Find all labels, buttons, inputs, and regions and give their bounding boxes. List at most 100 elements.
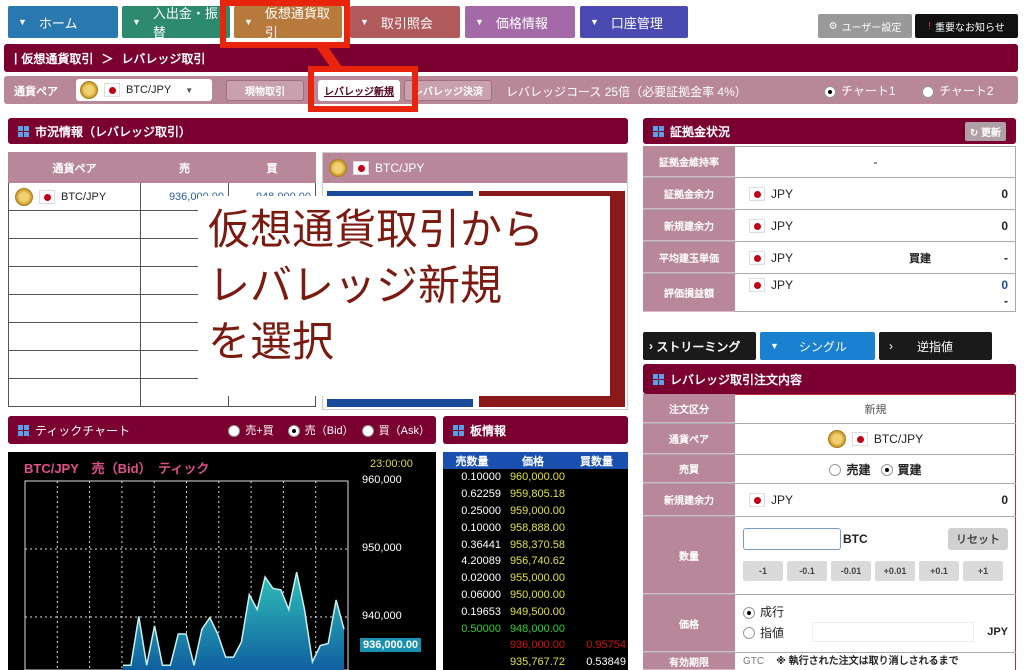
step-minus-1[interactable]: -1 [743, 561, 783, 581]
order-book-row[interactable]: 935,767.72 0.53849 [443, 654, 628, 670]
y-tick-label: 940,000 [362, 610, 402, 622]
nav-price-info[interactable]: ▼ 価格情報 [465, 6, 575, 38]
step-minus-0.1[interactable]: -0.1 [787, 561, 827, 581]
order-row: 売買 売建 買建 [643, 455, 1016, 484]
caret-down-icon: ▼ [132, 17, 141, 27]
order-book-row[interactable]: 0.25000 959,000.00 [443, 503, 628, 520]
row-label: 評価損益額 [643, 274, 735, 312]
current-price-label: 936,000.00 [360, 638, 422, 652]
breadcrumb-parent[interactable]: 仮想通貨取引 [21, 50, 93, 67]
bitcoin-icon [827, 430, 846, 448]
col-bid-qty: 買数量 [580, 455, 613, 468]
expiry-value: GTC [743, 656, 765, 667]
reset-button[interactable]: リセット [948, 528, 1008, 550]
radio-bid[interactable]: 売（Bid） [287, 422, 354, 438]
tab-label: ストリーミング [656, 339, 741, 354]
price: 958,888.00 [509, 521, 565, 534]
order-row: 新規建余力 JPY 0 [643, 484, 1016, 517]
order-book-row[interactable]: 0.36441 958,370.58 [443, 536, 628, 553]
notice-label: 重要なお知らせ [934, 22, 1005, 34]
important-notice-button[interactable]: ! 重要なお知らせ [915, 14, 1018, 38]
step-plus-0.1[interactable]: +0.1 [919, 561, 959, 581]
margin-row: 証拠金維持率 - [643, 146, 1016, 178]
radio-ask[interactable]: 買（Ask） [361, 422, 430, 438]
option-label: 買（Ask） [378, 425, 430, 437]
order-book-row[interactable]: 0.50000 948,000.00 [443, 620, 628, 637]
row-label: 数量 [643, 517, 735, 594]
tab-stop-order[interactable]: › 逆指値 [879, 332, 992, 360]
market-header: 市況情報（レバレッジ取引） [8, 118, 628, 144]
tick-chart-title: ティックチャート [35, 423, 131, 438]
radio-icon [743, 627, 755, 640]
order-book-row[interactable]: 0.10000 958,888.00 [443, 519, 628, 536]
order-book-row[interactable]: 0.06000 950,000.00 [443, 587, 628, 604]
overlay-line: 仮想通貨取引から [208, 206, 545, 253]
chart2-radio[interactable]: チャート2 [922, 82, 994, 99]
tab-streaming[interactable]: › ストリーミング [643, 332, 756, 360]
margin-row: 平均建玉単価 JPY 買建 - [643, 242, 1016, 274]
nav-label: ホーム [38, 15, 78, 31]
order-row: 価格 成行 指値 JPY [643, 595, 1016, 653]
pair-select-value: BTC/JPY [126, 84, 172, 96]
japan-flag-icon [104, 83, 120, 97]
tick-chart[interactable]: BTC/JPY 売（Bid） ティック 23:00:00 960,000 950… [8, 452, 436, 670]
row-label: 売買 [643, 455, 735, 483]
row-sub-value: - [1004, 294, 1008, 308]
highlight-box-nav [220, 0, 350, 48]
order-book-row[interactable]: 936,000.00 0.95754 [443, 637, 628, 654]
nav-label: 価格情報 [495, 15, 548, 31]
radio-checked-icon [743, 606, 755, 619]
breadcrumb-current: レバレッジ取引 [121, 51, 206, 66]
chart1-radio[interactable]: チャート1 [824, 82, 896, 99]
user-settings-button[interactable]: ⚙ ユーザー設定 [818, 14, 912, 38]
price: 936,000.00 [509, 639, 565, 652]
market-order-radio[interactable]: 成行 [743, 603, 1008, 620]
quantity-input[interactable] [743, 528, 841, 550]
order-book-row[interactable]: 0.02000 955,000.00 [443, 570, 628, 587]
row-value: - [873, 154, 878, 169]
buy-open-radio[interactable]: 買建 [880, 461, 922, 478]
gear-icon: ⚙ [828, 20, 838, 32]
step-minus-0.01[interactable]: -0.01 [831, 561, 871, 581]
row-label: 通貨ペア [643, 424, 735, 454]
price-unit: JPY [987, 626, 1008, 638]
japan-flag-icon [749, 493, 765, 507]
order-pair-value: BTC/JPY [873, 432, 924, 446]
col-buy: 買 [228, 152, 316, 183]
radio-checked-icon [824, 85, 836, 98]
price: 959,000.00 [509, 504, 565, 517]
tab-single[interactable]: ▼ シングル [760, 332, 875, 360]
step-plus-0.01[interactable]: +0.01 [875, 561, 915, 581]
radio-sell-buy[interactable]: 売+買 [228, 422, 274, 438]
tab-label: シングル [798, 339, 847, 354]
nav-home[interactable]: ▼ ホーム [8, 6, 118, 38]
order-book-row[interactable]: 0.19653 949,500.00 [443, 603, 628, 620]
spot-trade-button[interactable]: 現物取引 [226, 80, 304, 101]
currency: JPY [771, 250, 794, 265]
user-settings-label: ユーザー設定 [841, 22, 902, 34]
pair-select[interactable]: BTC/JPY ▼ [76, 79, 212, 101]
caret-down-icon: ▼ [360, 17, 369, 27]
radio-label: 指値 [760, 625, 785, 640]
limit-order-radio[interactable]: 指値 [743, 624, 784, 641]
caret-down-icon: ▼ [475, 17, 484, 27]
nav-deposit[interactable]: ▼ 入出金・振替 [122, 6, 230, 40]
nav-inquiry[interactable]: ▼ 取引照会 [350, 6, 460, 38]
price: 949,500.00 [509, 605, 565, 618]
bitcoin-icon [80, 81, 98, 99]
col-price: 価格 [522, 455, 544, 468]
limit-price-input[interactable] [812, 622, 975, 642]
order-book-row[interactable]: 0.62259 959,805.18 [443, 486, 628, 503]
margin-header: 証拠金状況 ↻ 更新 [643, 118, 1016, 144]
refresh-label: 更新 [981, 127, 1001, 139]
expiry-note: ※ 執行された注文は取り消しされるまで [776, 656, 959, 667]
order-row: 有効期限 GTC ※ 執行された注文は取り消しされるまで [643, 653, 1016, 670]
order-book-row[interactable]: 4.20089 956,740.62 [443, 553, 628, 570]
step-plus-1[interactable]: +1 [963, 561, 1003, 581]
price: 935,767.72 [509, 656, 565, 669]
order-book-row[interactable]: 0.10000 960,000.00 [443, 469, 628, 486]
col-sell: 売 [140, 152, 229, 183]
nav-account[interactable]: ▼ 口座管理 [580, 6, 688, 38]
sell-open-radio[interactable]: 売建 [829, 461, 871, 478]
refresh-button[interactable]: ↻ 更新 [964, 121, 1006, 141]
